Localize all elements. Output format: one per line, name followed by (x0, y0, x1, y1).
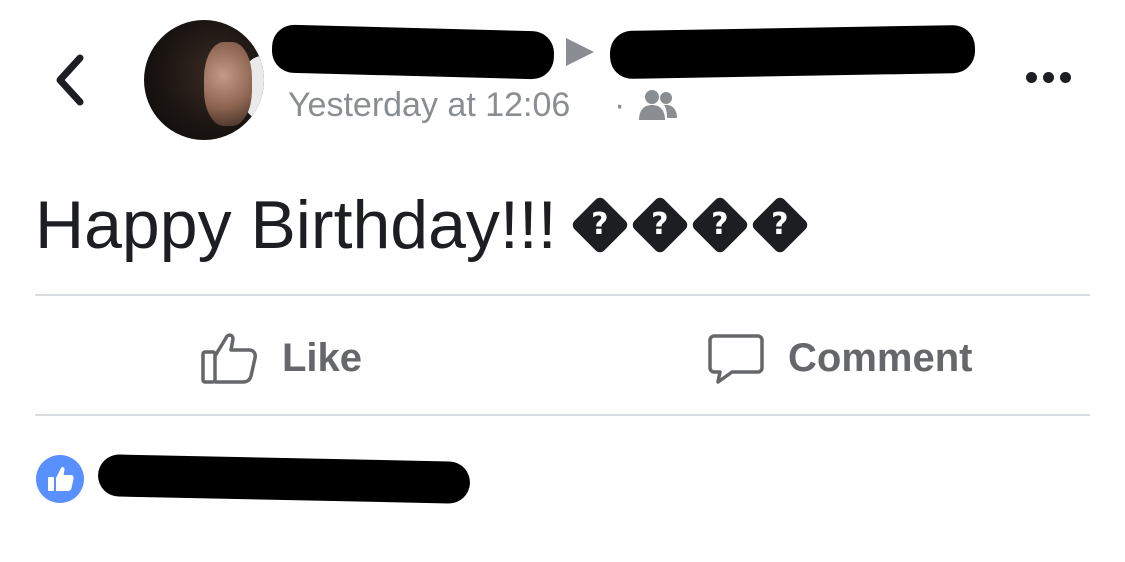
group-icon[interactable] (638, 88, 678, 122)
play-arrow-icon (566, 38, 594, 66)
unsupported-emoji-icon: ? (569, 195, 630, 255)
chevron-left-icon (56, 54, 84, 106)
like-button[interactable]: Like (200, 330, 362, 386)
unsupported-emoji-row: ? ? ? ? (569, 195, 819, 255)
post-text: Happy Birthday!!! (35, 187, 557, 263)
like-label: Like (282, 335, 363, 380)
avatar[interactable] (144, 20, 264, 140)
divider (35, 294, 1090, 296)
redacted-reactor-names[interactable] (97, 454, 471, 504)
timestamp-separator: · (614, 86, 626, 124)
ellipsis-icon (1026, 72, 1037, 83)
more-options-button[interactable] (1026, 70, 1080, 88)
comment-label: Comment (788, 335, 973, 380)
unsupported-emoji-icon: ? (749, 195, 810, 255)
redacted-target-name (609, 24, 976, 80)
like-reaction-badge[interactable] (36, 455, 84, 503)
thumbs-up-icon (48, 466, 74, 491)
back-button[interactable] (50, 50, 90, 110)
unsupported-emoji-icon: ? (629, 195, 690, 255)
post-content: Happy Birthday!!! ? ? ? ? (35, 185, 819, 265)
unsupported-emoji-icon: ? (689, 195, 750, 255)
redacted-author-name (271, 24, 555, 80)
thumbs-up-outline-icon (201, 333, 257, 384)
comment-bubble-icon (708, 334, 764, 384)
comment-button[interactable]: Comment (708, 330, 972, 386)
post-timestamp[interactable]: Yesterday at 12:06 (288, 83, 570, 127)
divider (35, 414, 1090, 416)
